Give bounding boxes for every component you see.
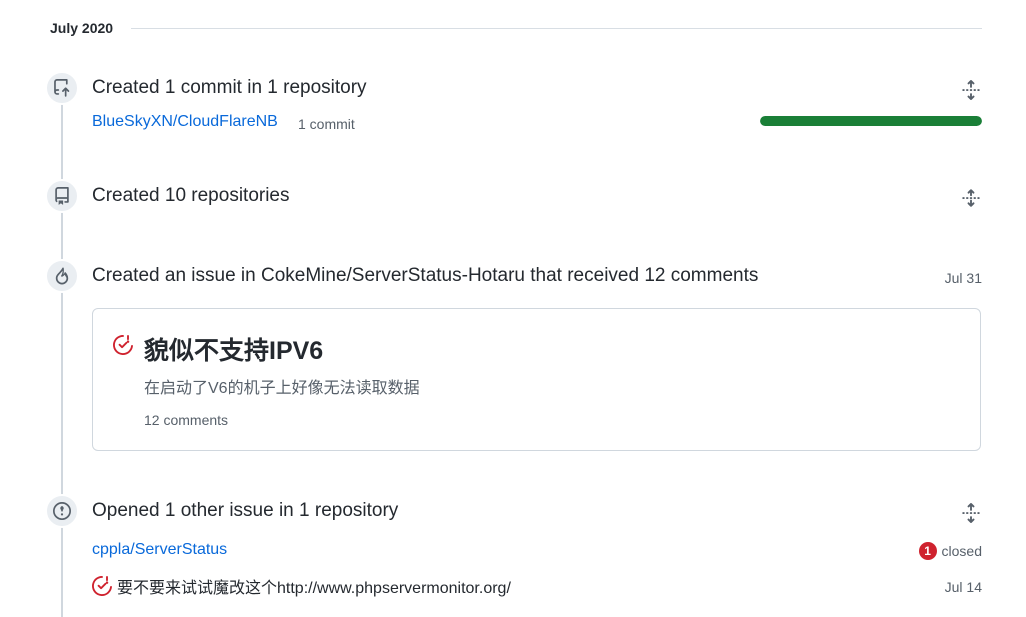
other-issue-row[interactable]: 要不要来试试魔改这个http://www.phpservermonitor.or…: [92, 574, 511, 598]
month-divider: [131, 27, 982, 29]
other-issues-repo-link[interactable]: cppla/ServerStatus: [92, 541, 227, 559]
issue-card-title[interactable]: 貌似不支持IPV6: [144, 331, 323, 367]
issue-closed-icon: [92, 576, 112, 596]
other-issue-title[interactable]: 要不要来试试魔改这个http://www.phpservermonitor.or…: [117, 574, 511, 598]
issue-event-date: Jul 31: [944, 270, 982, 286]
other-issue-date: Jul 14: [944, 579, 982, 595]
commits-repo-link[interactable]: BlueSkyXN/CloudFlareNB: [92, 113, 278, 131]
month-label: July 2020: [50, 20, 114, 36]
other-issues-event-title: Opened 1 other issue in 1 repository: [92, 500, 399, 521]
fold-icon[interactable]: [960, 502, 982, 524]
commit-count-link[interactable]: 1 commit: [298, 116, 355, 132]
fold-icon[interactable]: [960, 79, 982, 101]
issue-card-body: 在启动了V6的机子上好像无法读取数据: [144, 380, 420, 397]
issue-event-title: Created an issue in CokeMine/ServerStatu…: [92, 265, 759, 286]
commits-event-title: Created 1 commit in 1 repository: [92, 77, 367, 98]
closed-status: 1 closed: [918, 542, 982, 560]
issue-opened-icon: [45, 494, 79, 528]
repo-push-icon: [45, 71, 79, 105]
unfold-icon[interactable]: [960, 187, 982, 209]
issue-card-comments: 12 comments: [144, 412, 229, 428]
closed-label: closed: [941, 543, 982, 559]
timeline-line: [61, 72, 63, 617]
month-header: July 2020: [50, 18, 982, 38]
issue-card[interactable]: 貌似不支持IPV6 在启动了V6的机子上好像无法读取数据 12 comments: [92, 308, 981, 451]
closed-count-badge: 1: [918, 542, 937, 560]
repo-icon: [45, 179, 79, 213]
issue-closed-icon: [113, 335, 133, 355]
repos-event-title: Created 10 repositories: [92, 185, 290, 206]
flame-icon: [45, 259, 79, 293]
commit-progress-bar: [760, 116, 982, 126]
commit-progress-fill: [760, 116, 982, 126]
